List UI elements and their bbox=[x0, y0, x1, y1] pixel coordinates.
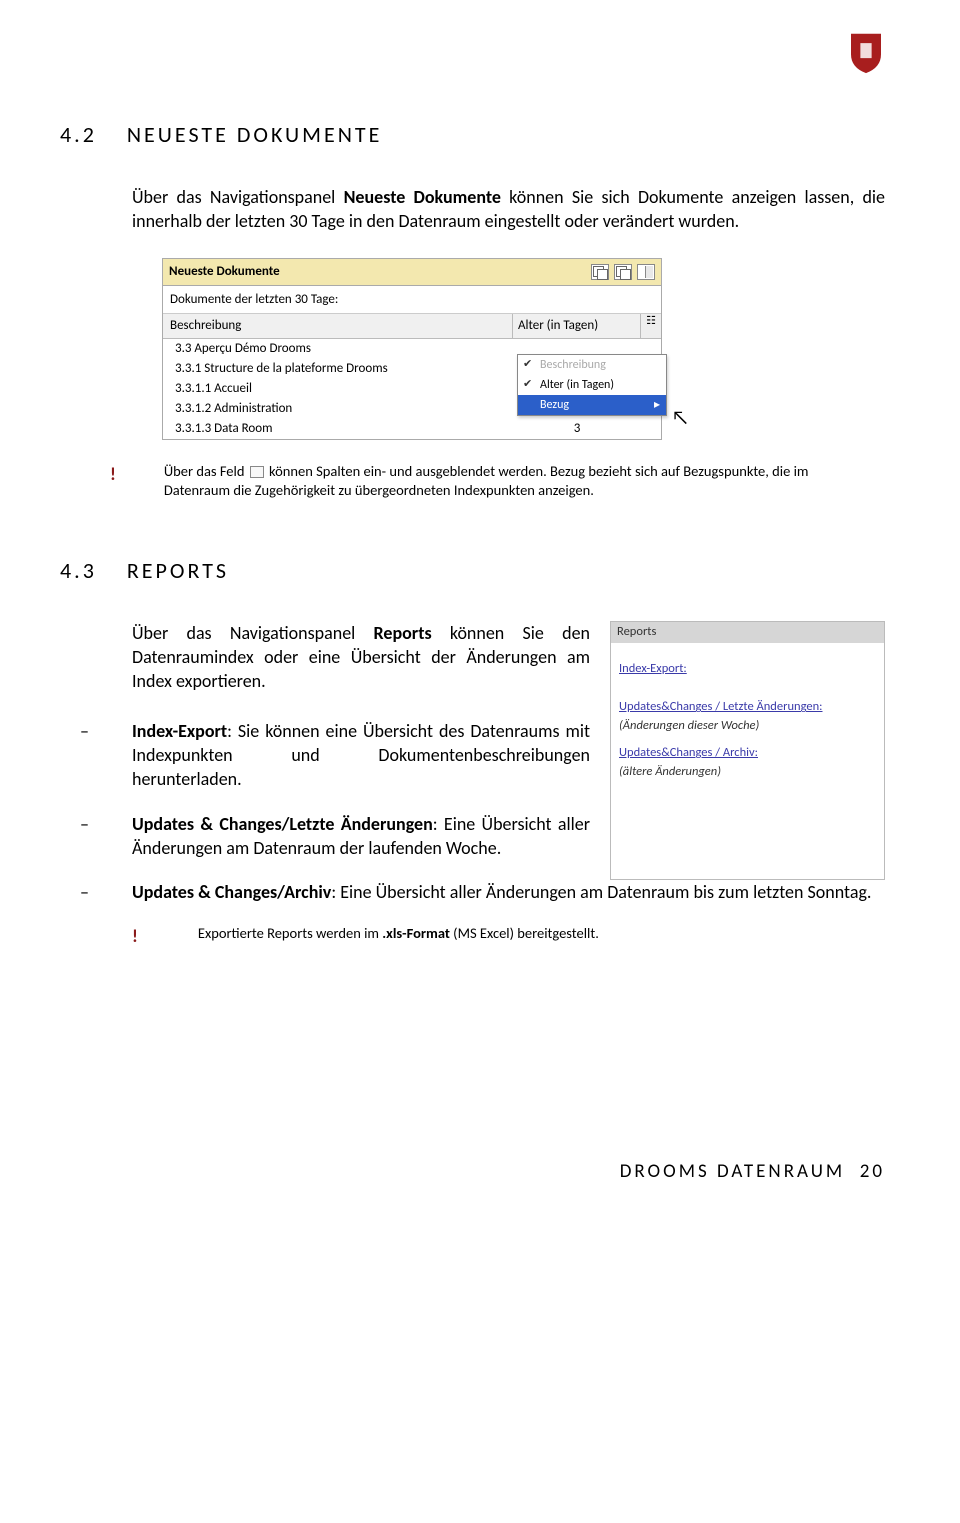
heading-num: 4.3 bbox=[60, 556, 97, 586]
caption-archive: (ältere Änderungen) bbox=[619, 764, 876, 781]
panel-title: Neueste Dokumente bbox=[169, 263, 280, 281]
copy-all-icon[interactable] bbox=[614, 264, 632, 280]
bang-icon: ! bbox=[110, 462, 116, 501]
caption-latest: (Änderungen dieser Woche) bbox=[619, 718, 876, 735]
heading-4-2: 4.2 NEUESTE DOKUMENTE bbox=[60, 120, 885, 150]
drooms-shield-logo bbox=[847, 30, 885, 75]
heading-text: REPORTS bbox=[127, 556, 229, 586]
menu-alter[interactable]: Alter (in Tagen) bbox=[518, 375, 666, 395]
neueste-dokumente-screenshot: Neueste Dokumente Dokumente der letzten … bbox=[162, 258, 662, 440]
column-chooser-icon bbox=[250, 466, 264, 478]
copy-icon[interactable] bbox=[591, 264, 609, 280]
info-note-1: ! Über das Feld können Spalten ein- und … bbox=[110, 462, 865, 501]
menu-bezug[interactable]: Bezug bbox=[518, 395, 666, 415]
toggle-panel-icon[interactable] bbox=[637, 264, 655, 280]
info-note-2: ! Exportierte Reports werden im .xls-For… bbox=[132, 924, 885, 948]
list-item: – Updates & Changes/Letzte Änderungen: E… bbox=[60, 812, 590, 861]
heading-text: NEUESTE DOKUMENTE bbox=[127, 120, 383, 150]
column-chooser-icon[interactable]: ☷ bbox=[641, 314, 661, 338]
panel-subtitle: Dokumente der letzten 30 Tage: bbox=[163, 286, 661, 315]
heading-num: 4.2 bbox=[60, 120, 97, 150]
link-updates-latest[interactable]: Updates&Changes / Letzte Änderungen: bbox=[619, 699, 876, 716]
col-alter[interactable]: Alter (in Tagen) bbox=[513, 314, 641, 338]
col-beschreibung[interactable]: Beschreibung bbox=[163, 314, 513, 338]
dash-icon: – bbox=[60, 719, 132, 792]
cursor-icon: ↖ bbox=[671, 405, 689, 432]
bang-icon: ! bbox=[132, 924, 138, 948]
column-context-menu: Beschreibung Alter (in Tagen) Bezug bbox=[517, 354, 667, 417]
sec42-intro: Über das Navigationspanel Neueste Dokume… bbox=[132, 185, 885, 234]
reports-panel-screenshot: Reports Index-Export: Updates&Changes / … bbox=[610, 621, 885, 880]
dash-icon: – bbox=[60, 880, 132, 904]
link-index-export[interactable]: Index-Export: bbox=[619, 661, 876, 678]
menu-beschreibung[interactable]: Beschreibung bbox=[518, 355, 666, 375]
table-row[interactable]: 3.3.1.3 Data Room3 bbox=[163, 419, 661, 439]
dash-icon: – bbox=[60, 812, 132, 861]
sec43-intro: Über das Navigationspanel Reports können… bbox=[132, 621, 590, 694]
link-updates-archive[interactable]: Updates&Changes / Archiv: bbox=[619, 745, 876, 762]
page-footer: DROOMS DATENRAUM 20 bbox=[60, 1159, 885, 1185]
reports-panel-title: Reports bbox=[611, 622, 884, 643]
list-item: – Index-Export: Sie können eine Übersich… bbox=[60, 719, 590, 792]
heading-4-3: 4.3 REPORTS bbox=[60, 556, 885, 586]
list-item: – Updates & Changes/Archiv: Eine Übersic… bbox=[60, 880, 885, 904]
